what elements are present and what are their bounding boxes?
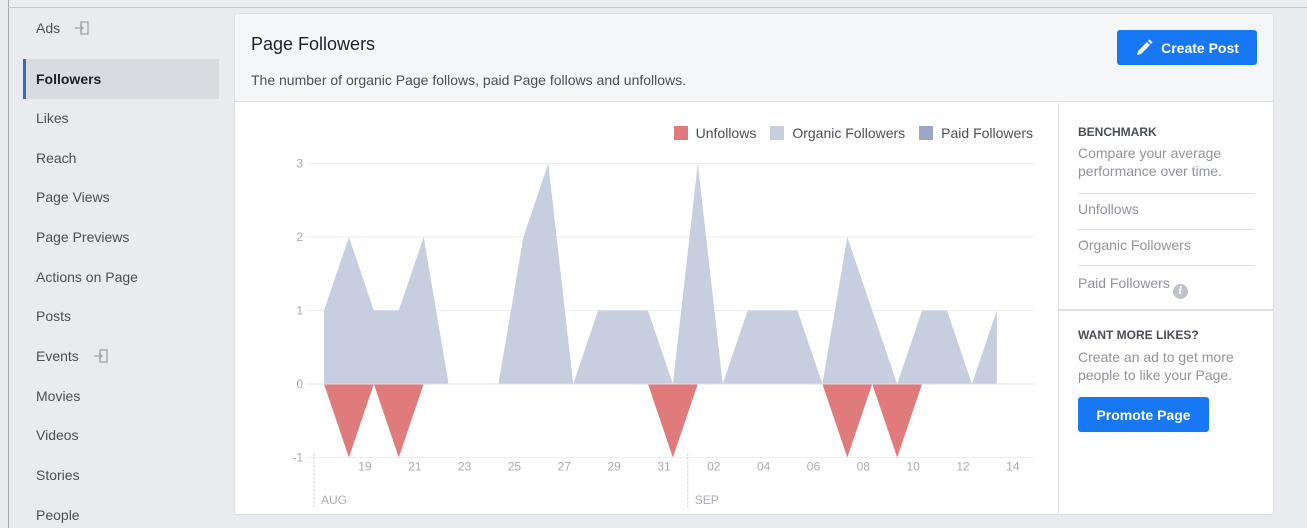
- sidebar-item-page-previews[interactable]: Page Previews: [23, 217, 219, 257]
- month-label: AUG: [321, 493, 347, 507]
- benchmark-item-paid[interactable]: Paid Followersi: [1078, 275, 1188, 299]
- promote-page-button[interactable]: Promote Page: [1078, 397, 1209, 432]
- sidebar-item-label: Movies: [36, 388, 81, 404]
- sidebar-item-label: Followers: [36, 71, 102, 87]
- y-tick-label: 3: [296, 157, 303, 171]
- x-tick-label: 02: [707, 460, 721, 474]
- sidebar-item-label: Events: [36, 348, 79, 364]
- benchmark-item-organic[interactable]: Organic Followers: [1078, 237, 1191, 253]
- promo-heading: WANT MORE LIKES?: [1078, 328, 1199, 342]
- benchmark-description: Compare your average performance over ti…: [1078, 145, 1222, 179]
- y-tick-label: 0: [296, 377, 303, 391]
- promo-description: Create an ad to get more people to like …: [1078, 349, 1234, 383]
- sidebar-item-followers[interactable]: Followers: [23, 59, 219, 99]
- x-tick-label: 10: [906, 460, 920, 474]
- x-tick-label: 12: [956, 460, 970, 474]
- sidebar-item-label: People: [36, 507, 80, 523]
- y-tick-label: 2: [296, 230, 303, 244]
- sidebar-item-people[interactable]: People: [23, 495, 219, 528]
- sidebar-item-likes[interactable]: Likes: [23, 98, 219, 138]
- sidebar-item-label: Ads: [36, 20, 61, 36]
- sidebar-item-label: Posts: [36, 308, 72, 324]
- divider: [1078, 229, 1254, 230]
- sidebar-item-ads[interactable]: Ads: [23, 8, 219, 48]
- sidebar-item-label: Likes: [36, 110, 69, 126]
- x-tick-label: 21: [408, 460, 422, 474]
- series-area-unfollows: [324, 384, 997, 458]
- sidebar-item-label: Page Views: [36, 189, 110, 205]
- chart-plot: -10123AUG SEP19 21 23 25 27 29 31 02 04 06 08 10 12 14: [292, 157, 1035, 507]
- sidebar-item-posts[interactable]: Posts: [23, 296, 219, 336]
- divider: [1078, 193, 1254, 194]
- divider: [1078, 265, 1254, 266]
- x-tick-label: 06: [807, 460, 821, 474]
- x-tick-label: 04: [757, 460, 771, 474]
- sidebar-item-label: Stories: [36, 467, 80, 483]
- info-icon[interactable]: i: [1172, 284, 1188, 299]
- followers-chart: Unfollows Organic Followers Paid Followe…: [235, 103, 1057, 514]
- x-tick-label: 19: [358, 460, 372, 474]
- y-tick-label: -1: [292, 451, 303, 465]
- x-tick-label: 23: [458, 460, 472, 474]
- series-area-organic-followers: [324, 163, 997, 384]
- x-tick-label: 31: [657, 460, 671, 474]
- sidebar-item-stories[interactable]: Stories: [23, 455, 219, 495]
- month-label: SEP: [695, 493, 719, 507]
- sidebar-item-label: Videos: [36, 427, 79, 443]
- sidebar-item-label: Actions on Page: [36, 269, 138, 285]
- card-header: Page Followers The number of organic Pag…: [235, 14, 1273, 102]
- sidebar-item-movies[interactable]: Movies: [23, 376, 219, 416]
- sidebar-item-label: Page Previews: [36, 229, 130, 245]
- page-followers-card: Page Followers The number of organic Pag…: [234, 13, 1274, 515]
- x-tick-label: 25: [508, 460, 522, 474]
- sidebar-item-page-views[interactable]: Page Views: [23, 177, 219, 217]
- insights-side-panel: BENCHMARK Compare your average performan…: [1058, 103, 1273, 514]
- page-subtitle: The number of organic Page follows, paid…: [251, 72, 687, 88]
- insights-sidebar: Ads Followers Likes Reach Page Views Pag…: [9, 8, 225, 528]
- sidebar-item-label: Reach: [36, 150, 77, 166]
- x-tick-label: 29: [607, 460, 621, 474]
- external-link-icon: [75, 21, 89, 35]
- pencil-icon: [1137, 39, 1153, 55]
- x-tick-label: 14: [1006, 460, 1020, 474]
- sidebar-item-actions-on-page[interactable]: Actions on Page: [23, 257, 219, 297]
- page-title: Page Followers: [251, 34, 376, 54]
- y-tick-label: 1: [296, 304, 303, 318]
- sidebar-item-videos[interactable]: Videos: [23, 415, 219, 455]
- sidebar-item-reach[interactable]: Reach: [23, 138, 219, 178]
- promote-page-label: Promote Page: [1096, 406, 1191, 423]
- create-post-button[interactable]: Create Post: [1117, 30, 1257, 65]
- divider: [1059, 309, 1273, 311]
- x-tick-label: 27: [558, 460, 572, 474]
- x-tick-label: 08: [857, 460, 871, 474]
- create-post-label: Create Post: [1161, 39, 1239, 56]
- sidebar-item-events[interactable]: Events: [23, 336, 219, 376]
- benchmark-item-unfollows[interactable]: Unfollows: [1078, 201, 1139, 217]
- external-link-icon: [93, 349, 108, 363]
- benchmark-heading: BENCHMARK: [1078, 125, 1157, 139]
- benchmark-item-label: Paid Followers: [1078, 275, 1170, 291]
